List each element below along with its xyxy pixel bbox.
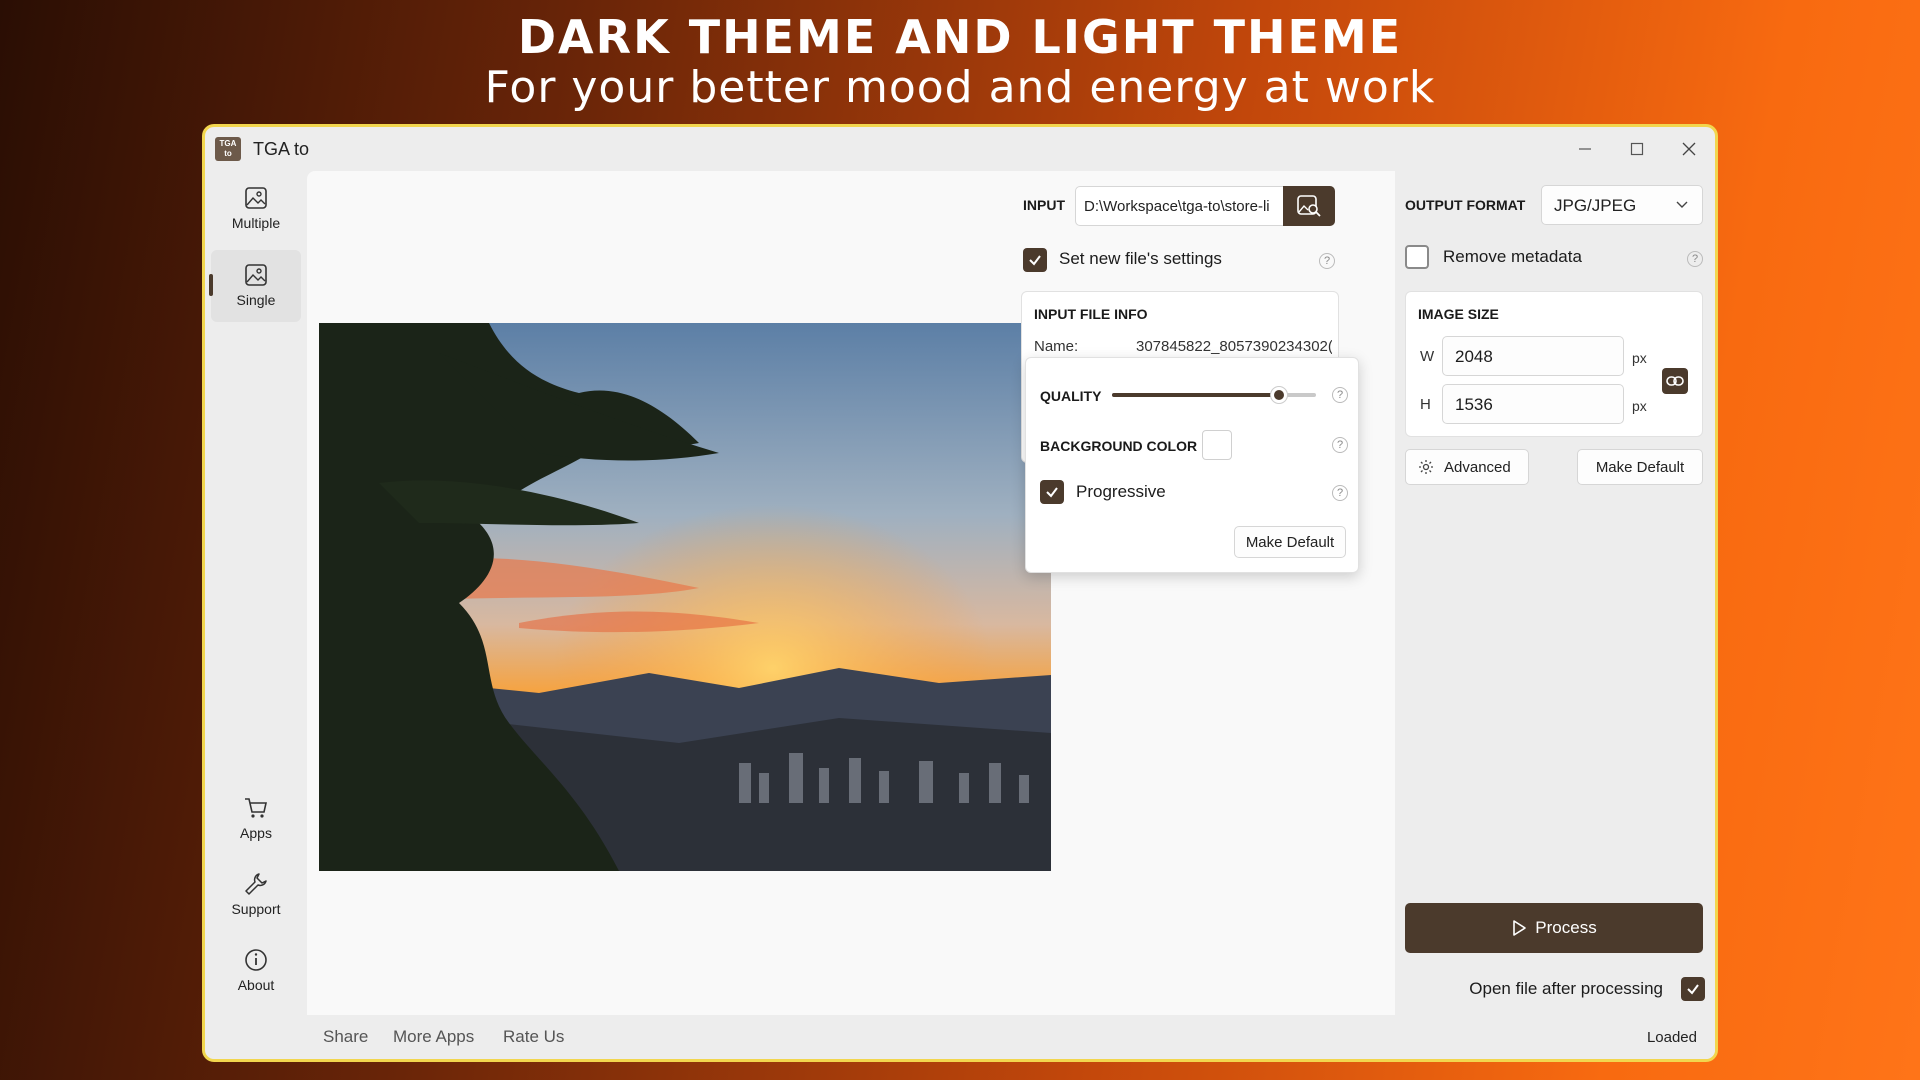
active-indicator [209, 274, 213, 296]
nav-item-multiple[interactable]: Multiple [211, 173, 301, 245]
help-icon[interactable]: ? [1332, 437, 1348, 453]
help-icon[interactable]: ? [1687, 251, 1703, 267]
minimize-button[interactable] [1559, 127, 1611, 171]
maximize-button[interactable] [1611, 127, 1663, 171]
set-new-settings-checkbox[interactable] [1023, 248, 1047, 272]
chevron-down-icon [1676, 201, 1688, 208]
promo-headline: DARK THEME AND LIGHT THEME For your bett… [0, 10, 1920, 112]
nav-label: About [237, 977, 275, 993]
help-icon[interactable]: ? [1332, 387, 1348, 403]
nav-item-support[interactable]: Support [211, 859, 301, 931]
image-size-card: IMAGE SIZE W 2048 px H 1536 px [1405, 291, 1703, 437]
app-window: TGA to TGA to Multiple Single Apps Suppo… [202, 124, 1718, 1062]
output-pane: OUTPUT FORMAT JPG/JPEG Remove metadata ?… [1395, 171, 1715, 1015]
quality-label: QUALITY [1040, 388, 1102, 404]
height-value: 1536 [1455, 395, 1493, 414]
help-icon[interactable]: ? [1319, 253, 1335, 269]
play-icon [1513, 920, 1527, 936]
aspect-lock-button[interactable] [1662, 368, 1688, 394]
image-size-title: IMAGE SIZE [1418, 306, 1499, 322]
background-color-swatch[interactable] [1202, 430, 1232, 460]
progressive-label: Progressive [1076, 482, 1166, 501]
nav-label: Support [231, 901, 281, 917]
width-input[interactable]: 2048 [1442, 336, 1624, 376]
checkmark-icon [1687, 984, 1699, 995]
height-input[interactable]: 1536 [1442, 384, 1624, 424]
rate-us-link[interactable]: Rate Us [503, 1027, 564, 1047]
output-format-label: OUTPUT FORMAT [1405, 197, 1526, 213]
link-icon [1666, 376, 1684, 386]
browse-button[interactable] [1283, 186, 1335, 226]
close-button[interactable] [1663, 127, 1715, 171]
output-format-value: JPG/JPEG [1554, 196, 1637, 215]
open-after-checkbox[interactable] [1681, 977, 1705, 1001]
file-info-title: INPUT FILE INFO [1034, 306, 1148, 322]
input-label: INPUT [1023, 197, 1065, 213]
process-button[interactable]: Process [1405, 903, 1703, 953]
output-format-select[interactable]: JPG/JPEG [1541, 185, 1703, 225]
input-path-value: D:\Workspace\tga-to\store-li [1084, 198, 1270, 215]
maximize-icon [1630, 142, 1644, 156]
remove-metadata-label: Remove metadata [1443, 247, 1582, 266]
image-icon [245, 264, 267, 286]
width-value: 2048 [1455, 347, 1493, 366]
image-icon [245, 187, 267, 209]
nav-item-about[interactable]: About [211, 935, 301, 1007]
width-label: W [1420, 348, 1435, 365]
minimize-icon [1579, 148, 1591, 150]
gear-icon [1419, 460, 1433, 474]
close-icon [1682, 142, 1696, 156]
title-bar[interactable]: TGA to TGA to [205, 127, 1715, 171]
height-unit: px [1632, 398, 1647, 414]
nav-item-apps[interactable]: Apps [211, 783, 301, 855]
height-label: H [1420, 396, 1431, 413]
set-new-settings-label: Set new file's settings [1059, 249, 1222, 268]
preview-photo [319, 323, 1051, 871]
browse-image-icon [1297, 195, 1321, 217]
width-unit: px [1632, 350, 1647, 366]
nav-item-single[interactable]: Single [209, 250, 301, 322]
side-nav: Multiple Single Apps Support About [205, 171, 307, 1015]
progressive-checkbox[interactable] [1040, 480, 1064, 504]
quality-slider-fill [1112, 393, 1280, 397]
app-logo-icon: TGA to [215, 137, 241, 161]
status-bar: Share More Apps Rate Us Loaded [307, 1015, 1715, 1059]
make-default-button[interactable]: Make Default [1577, 449, 1703, 485]
nav-label: Multiple [231, 215, 281, 231]
promo-subtitle: For your better mood and energy at work [484, 62, 1436, 113]
file-name-label: Name: [1034, 338, 1079, 355]
checkmark-icon [1046, 487, 1058, 498]
quality-slider-thumb[interactable] [1270, 386, 1289, 404]
cart-icon [245, 798, 267, 818]
background-color-label: BACKGROUND COLOR [1040, 438, 1198, 454]
advanced-button[interactable]: Advanced [1405, 449, 1529, 485]
remove-metadata-checkbox[interactable] [1405, 245, 1429, 269]
help-icon[interactable]: ? [1332, 485, 1348, 501]
nav-label: Single [236, 292, 276, 308]
open-after-label: Open file after processing [1469, 979, 1663, 998]
wrench-icon [245, 873, 267, 895]
process-label: Process [1535, 918, 1597, 937]
window-title: TGA to [253, 138, 310, 159]
promo-title: DARK THEME AND LIGHT THEME [517, 10, 1403, 64]
share-link[interactable]: Share [323, 1027, 368, 1047]
options-make-default-button[interactable]: Make Default [1234, 526, 1346, 558]
advanced-label: Advanced [1444, 458, 1511, 476]
nav-label: Apps [240, 825, 272, 841]
checkmark-icon [1029, 255, 1041, 266]
jpg-options-flyout: QUALITY ? BACKGROUND COLOR ? Progressive… [1025, 357, 1359, 573]
image-preview [319, 323, 1051, 871]
info-icon [245, 949, 267, 971]
status-text: Loaded [1646, 1029, 1697, 1046]
more-apps-link[interactable]: More Apps [393, 1027, 474, 1047]
main-content: INPUT D:\Workspace\tga-to\store-li Set n… [307, 171, 1715, 1015]
quality-slider[interactable] [1112, 386, 1316, 404]
file-name-value: 307845822_8057390234302( [1136, 338, 1332, 355]
